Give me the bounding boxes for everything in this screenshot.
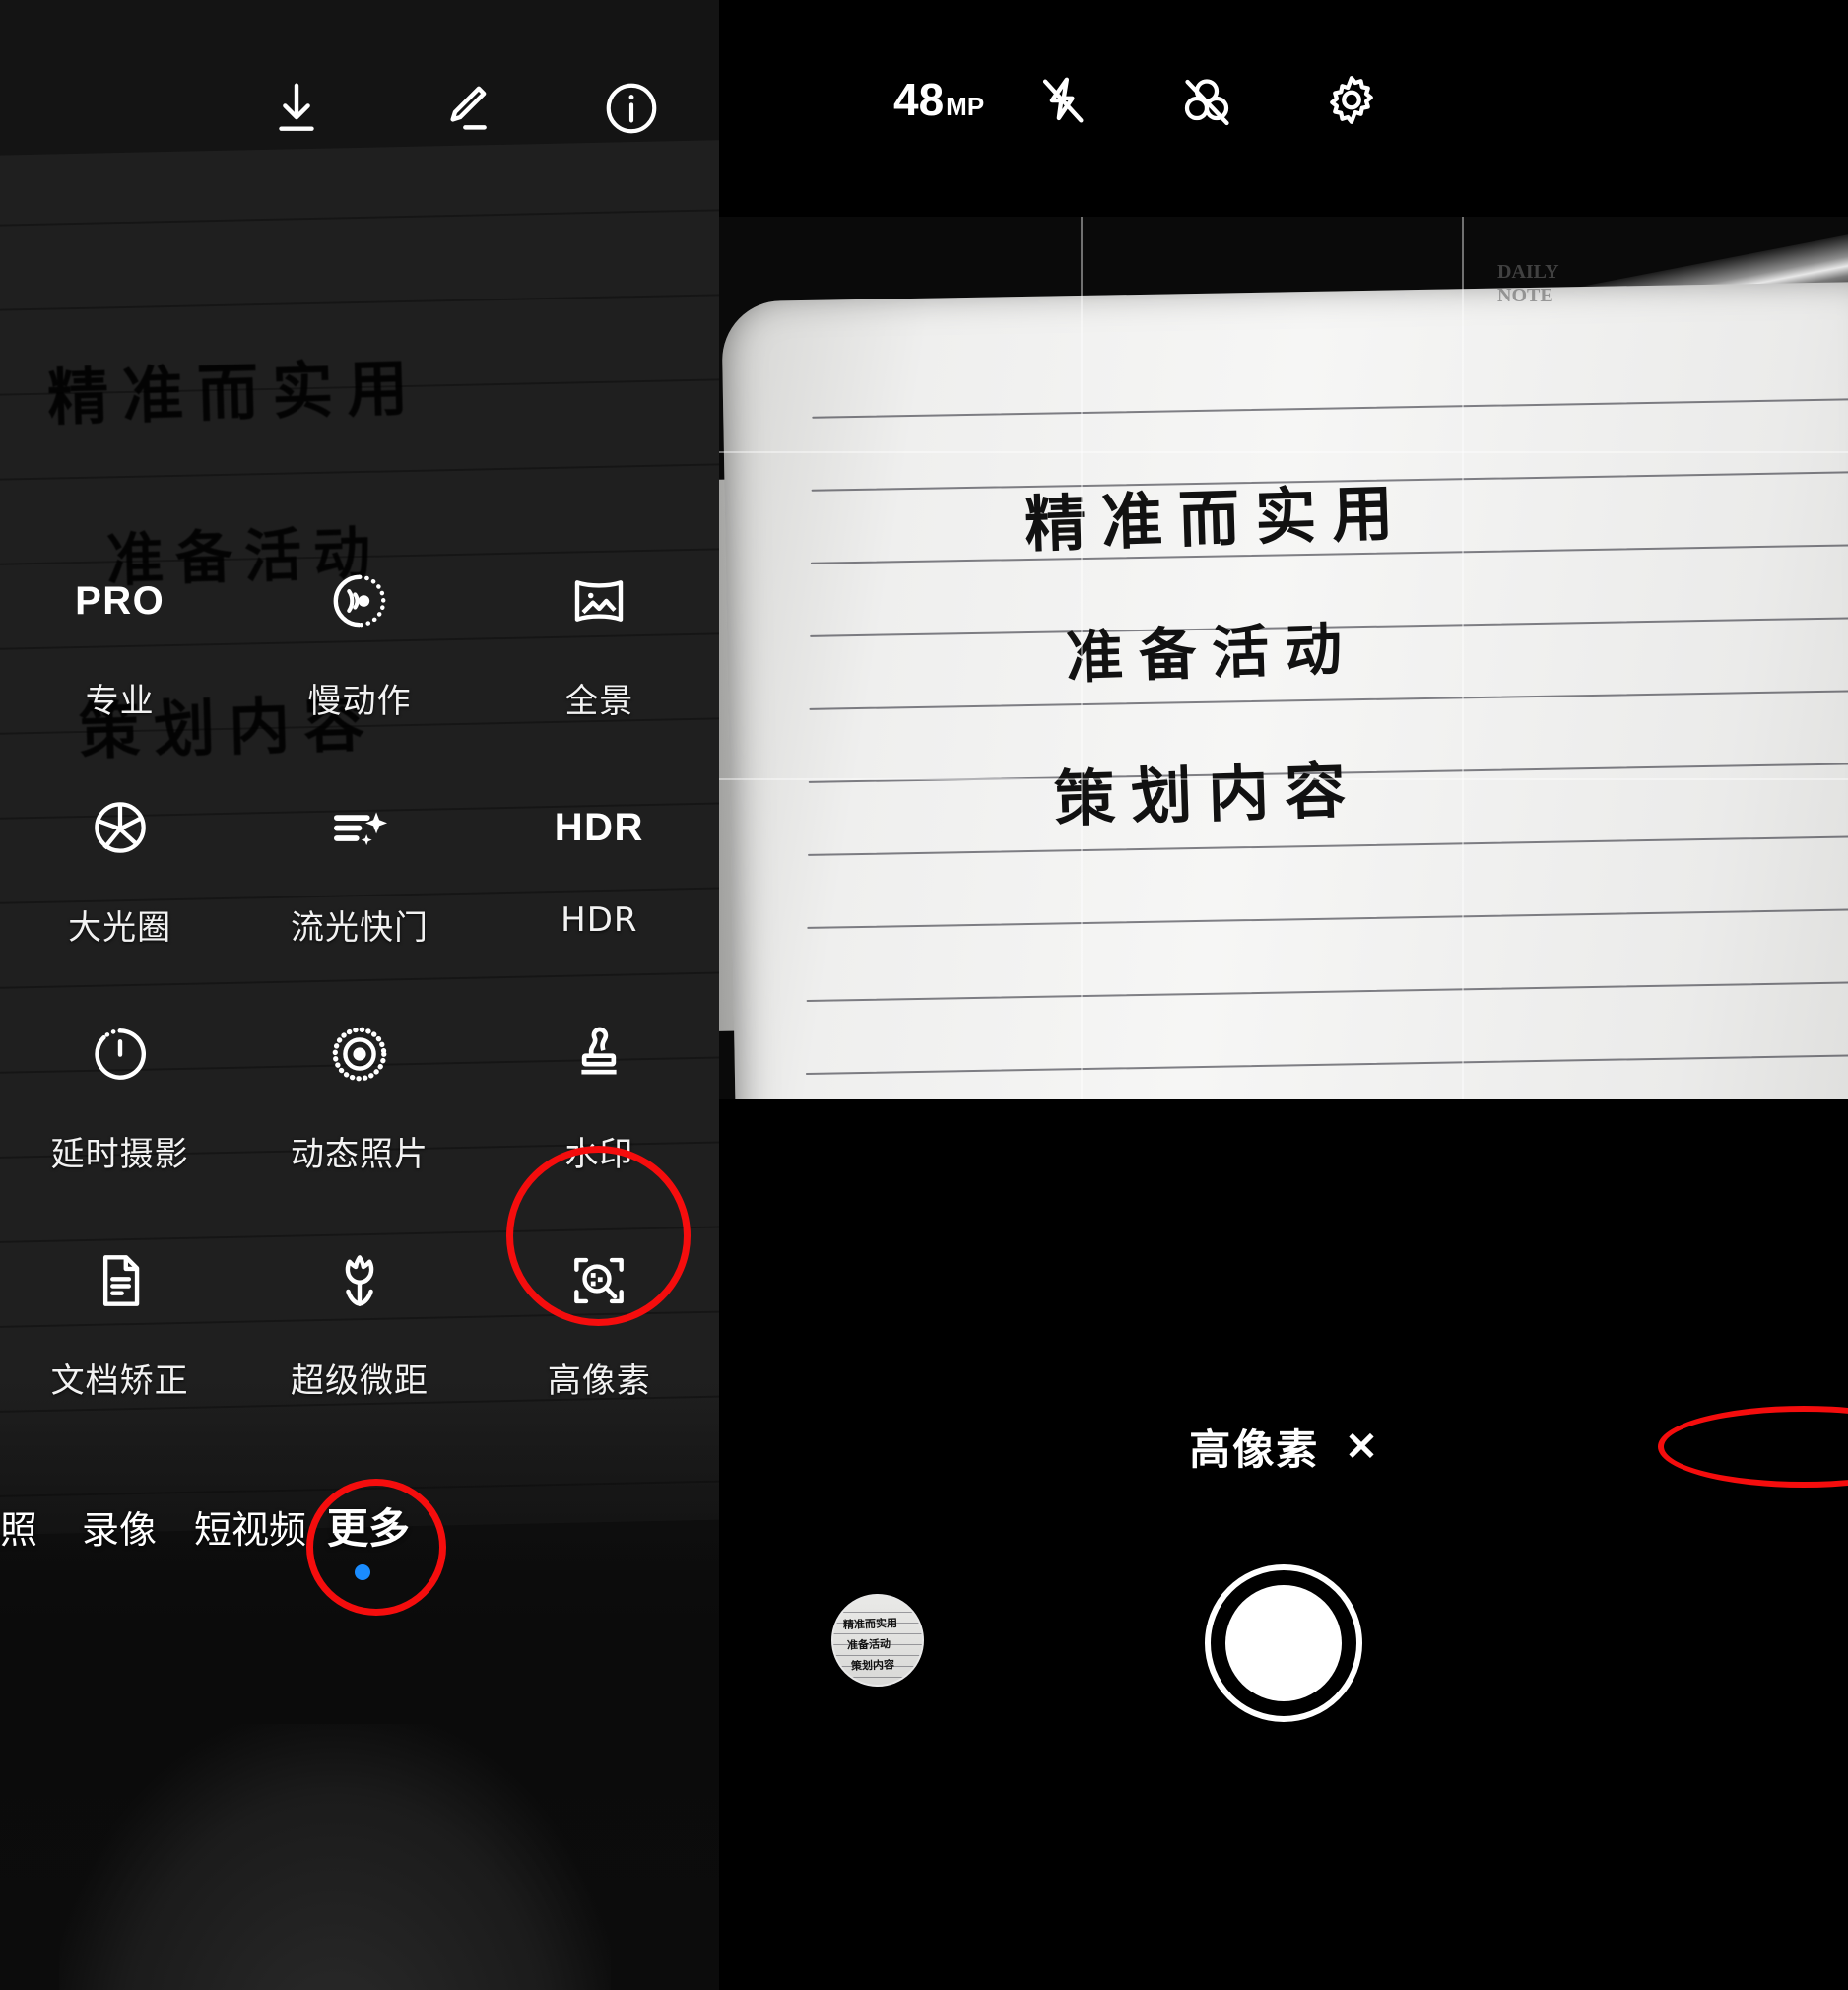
camera-mode-grid: PRO 专业 慢动作 全景 大光圈 流光快门 HDR HDR 延时摄影 动态照片… [0, 552, 719, 1458]
mode-item-super-macro[interactable]: 超级微距 [239, 1231, 479, 1458]
shutter-button[interactable] [1205, 1564, 1362, 1722]
aperture-icon [88, 790, 153, 865]
viewfinder-handwriting-line-2: 准备活动 [1065, 615, 1359, 692]
timelapse-icon [88, 1017, 153, 1092]
tab-more[interactable]: 更多 [327, 1495, 410, 1556]
mode-label: 文档矫正 [50, 1361, 189, 1401]
mode-item-pro[interactable]: PRO 专业 [0, 552, 239, 778]
thumbnail-rule-line [833, 1612, 922, 1613]
edit-pencil-icon[interactable] [433, 78, 495, 139]
tab-photo[interactable]: 照 [0, 1499, 37, 1554]
watermark-stamp-icon [566, 1017, 631, 1092]
paper-rule-line [809, 690, 1848, 710]
shutter-inner [1225, 1585, 1342, 1701]
paper-rule-line [812, 398, 1848, 419]
paper-rule-line [806, 980, 1848, 1002]
mode-item-watermark[interactable]: 水印 [480, 1005, 719, 1231]
paper-rule-line [0, 462, 719, 482]
notebook-brand-text: DAILY NOTE [1497, 261, 1559, 306]
viewfinder-handwriting-line-3: 策划内容 [1053, 754, 1363, 835]
mode-label: 高像素 [547, 1361, 651, 1401]
camera-mode-tabbar: 照 录像 短视频 更多 [0, 1478, 719, 1606]
mode-label: 专业 [85, 682, 155, 721]
mode-item-document-correction[interactable]: 文档矫正 [0, 1231, 239, 1458]
mode-item-panorama[interactable]: 全景 [480, 552, 719, 778]
tab-video[interactable]: 录像 [82, 1499, 157, 1554]
right-topbar: 48 MP [719, 0, 1848, 217]
thumbnail-rule-line [833, 1633, 922, 1634]
download-icon[interactable] [266, 78, 327, 139]
ai-scene-off-icon[interactable] [1177, 73, 1236, 132]
mode-item-slow-motion[interactable]: 慢动作 [239, 552, 479, 778]
panorama-icon [566, 564, 631, 638]
grid-line-horizontal-2 [719, 777, 1848, 780]
active-mode-label: 高像素 [1189, 1426, 1320, 1474]
document-correction-icon [88, 1243, 153, 1318]
mode-label: 流光快门 [290, 908, 429, 948]
mode-label: 动态照片 [290, 1135, 429, 1174]
light-trail-icon [327, 790, 392, 865]
slow-motion-icon [327, 564, 392, 638]
mode-label: 水印 [564, 1135, 634, 1174]
paper-rule-line [0, 293, 719, 312]
mode-label: 全景 [564, 682, 634, 721]
left-topbar [0, 0, 719, 217]
mode-label: 延时摄影 [50, 1135, 189, 1174]
mode-label: 大光圈 [68, 908, 172, 948]
mode-item-timelapse[interactable]: 延时摄影 [0, 1005, 239, 1231]
settings-gear-icon[interactable] [1322, 71, 1381, 130]
super-macro-flower-icon [327, 1243, 392, 1318]
mode-item-light-trail[interactable]: 流光快门 [239, 778, 479, 1005]
background-shadow-blob [59, 1724, 611, 1990]
mode-item-motion-photo[interactable]: 动态照片 [239, 1005, 479, 1231]
mode-item-hdr[interactable]: HDR HDR [480, 778, 719, 1005]
grid-line-horizontal-1 [719, 451, 1848, 454]
gallery-thumbnail[interactable]: 精准而实用准备活动策划内容 [831, 1594, 924, 1687]
high-pixel-camera-screen: DAILY NOTE 精准而实用 准备活动 策划内容 48 MP 高像素 ✕ 精… [719, 0, 1848, 1990]
paper-rule-line [808, 835, 1848, 856]
mode-item-high-pixel[interactable]: 高像素 [480, 1231, 719, 1458]
thumbnail-handwriting-line: 策划内容 [850, 1658, 895, 1673]
thumbnail-handwriting-line: 精准而实用 [842, 1617, 898, 1631]
thumbnail-rule-line [833, 1677, 922, 1678]
high-pixel-magnifier-icon [565, 1243, 632, 1318]
pro-text-icon: PRO [75, 578, 165, 623]
grid-line-vertical-1 [1080, 154, 1083, 1099]
camera-more-modes-screen: 精准而实用 准备活动 策划内容 PRO 专业 慢动作 全景 大光圈 流光快门 H… [0, 0, 719, 1990]
mode-item-large-aperture[interactable]: 大光圈 [0, 778, 239, 1005]
tab-selected-dot [355, 1564, 370, 1580]
mode-label: HDR [561, 900, 638, 940]
camera-viewfinder[interactable]: DAILY NOTE 精准而实用 准备活动 策划内容 [719, 154, 1848, 1099]
mode-label: 慢动作 [307, 682, 412, 721]
notebook-right-page [721, 281, 1848, 1099]
flash-off-icon[interactable] [1034, 73, 1091, 130]
hdr-text-icon: HDR [554, 805, 644, 849]
close-icon[interactable]: ✕ [1345, 1427, 1378, 1467]
background-handwriting-line-1: 精准而实用 [46, 351, 424, 434]
info-icon[interactable] [601, 78, 662, 139]
tab-short-video[interactable]: 短视频 [194, 1499, 306, 1554]
resolution-indicator[interactable]: 48 MP [893, 77, 984, 122]
thumbnail-handwriting-line: 准备活动 [846, 1637, 891, 1652]
active-mode-chip[interactable]: 高像素 ✕ [719, 1417, 1848, 1477]
paper-rule-line [807, 907, 1848, 929]
paper-rule-line [805, 1053, 1848, 1075]
right-bottom-controls: 高像素 ✕ 精准而实用准备活动策划内容 [719, 1099, 1848, 1990]
viewfinder-photo: DAILY NOTE 精准而实用 准备活动 策划内容 [719, 154, 1848, 1099]
motion-photo-icon [327, 1017, 392, 1092]
mode-label: 超级微距 [290, 1361, 429, 1401]
grid-line-vertical-2 [1462, 154, 1465, 1099]
screenshot-root: 精准而实用 准备活动 策划内容 PRO 专业 慢动作 全景 大光圈 流光快门 H… [0, 0, 1848, 1990]
